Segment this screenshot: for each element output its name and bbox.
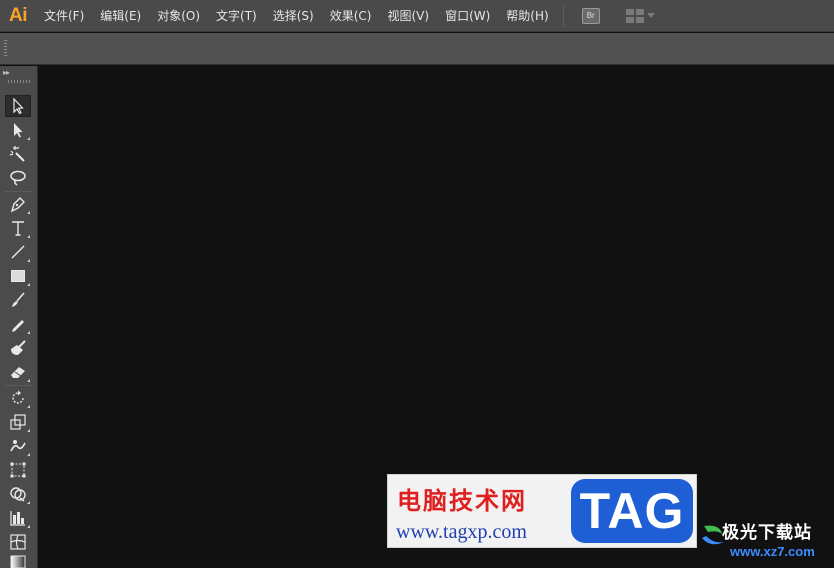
menu-separator (562, 4, 564, 27)
double-chevron-icon[interactable]: ▸▸ (3, 68, 10, 77)
scale-tool[interactable] (5, 411, 31, 433)
flyout-indicator (27, 137, 30, 140)
flyout-indicator (27, 379, 30, 382)
pen-icon (10, 197, 25, 213)
mesh-icon (10, 534, 26, 550)
eraser-icon (11, 367, 25, 378)
workspace-switcher-icon (625, 8, 644, 23)
menu-window[interactable]: 窗口(W) (437, 0, 498, 32)
flyout-indicator (27, 283, 30, 286)
pencil-tool[interactable] (5, 313, 31, 335)
menu-help[interactable]: 帮助(H) (498, 0, 556, 32)
gradient-icon (10, 555, 26, 568)
type-tool[interactable] (5, 217, 31, 239)
control-bar-grip[interactable] (4, 40, 7, 58)
brush-icon (12, 292, 25, 307)
rotate-icon (12, 390, 24, 404)
lasso-tool[interactable] (5, 167, 31, 189)
chevron-down-icon (646, 13, 655, 18)
control-bar (0, 33, 834, 65)
blob-brush-icon (11, 340, 26, 355)
arrow-icon (13, 97, 24, 115)
flyout-indicator (27, 525, 30, 528)
app-logo: Ai (9, 4, 28, 26)
workspace-switcher-button[interactable] (625, 6, 655, 26)
magic-wand-tool[interactable] (5, 143, 31, 165)
bridge-button[interactable]: Br (581, 7, 600, 24)
rectangle-icon (11, 270, 25, 282)
watermark-site-name: 电脑技术网 (397, 486, 527, 515)
flyout-indicator (27, 453, 30, 456)
menu-bar: Ai 文件(F) 编辑(E) 对象(O) 文字(T) 选择(S) 效果(C) 视… (0, 0, 834, 32)
shape-builder-tool[interactable] (5, 483, 31, 505)
menu-effect[interactable]: 效果(C) (322, 0, 380, 32)
rectangle-tool[interactable] (5, 265, 31, 287)
flyout-indicator (27, 501, 30, 504)
selection-tool[interactable] (5, 95, 31, 117)
free-transform-tool[interactable] (5, 459, 31, 481)
flyout-indicator (27, 405, 30, 408)
watermark-site2-url: www.xz7.com (730, 544, 815, 559)
graph-tool[interactable] (5, 507, 31, 529)
watermark-banner: 电脑技术网 www.tagxp.com TAG (387, 474, 697, 548)
menu-edit[interactable]: 编辑(E) (92, 0, 149, 32)
rotate-tool[interactable] (5, 387, 31, 409)
direct-selection-tool[interactable] (5, 119, 31, 141)
flyout-indicator (27, 235, 30, 238)
scale-icon (10, 414, 26, 430)
direct-arrow-icon (14, 123, 23, 138)
paintbrush-tool[interactable] (5, 289, 31, 311)
main-menu: 文件(F) 编辑(E) 对象(O) 文字(T) 选择(S) 效果(C) 视图(V… (36, 0, 557, 32)
menu-view[interactable]: 视图(V) (379, 0, 437, 32)
menu-file[interactable]: 文件(F) (36, 0, 92, 32)
eraser-tool[interactable] (5, 361, 31, 383)
lasso-icon (10, 170, 26, 186)
tools-panel: ▸▸ (0, 66, 38, 568)
watermark-tag-logo: TAG (571, 479, 693, 543)
watermark-secondary: 极光下载站 www.xz7.com (700, 514, 830, 564)
flyout-indicator (27, 429, 30, 432)
gradient-tool[interactable] (5, 553, 31, 568)
menu-type[interactable]: 文字(T) (208, 0, 265, 32)
mesh-tool[interactable] (5, 531, 31, 553)
type-icon (12, 221, 24, 236)
tool-separator (4, 385, 32, 386)
flyout-indicator (27, 331, 30, 334)
watermark-url: www.tagxp.com (396, 521, 527, 543)
line-icon (11, 245, 25, 259)
shape-builder-icon (10, 487, 26, 502)
magic-wand-icon (9, 146, 25, 162)
watermark-site2-name: 极光下载站 (722, 523, 812, 543)
flyout-indicator (27, 259, 30, 262)
free-transform-icon (10, 462, 26, 478)
line-segment-tool[interactable] (5, 241, 31, 263)
warp-tool[interactable] (5, 435, 31, 457)
tools-panel-grip[interactable] (8, 80, 30, 83)
warp-icon (10, 440, 26, 452)
blob-brush-tool[interactable] (5, 337, 31, 359)
menu-select[interactable]: 选择(S) (265, 0, 322, 32)
graph-icon (10, 511, 25, 526)
pen-tool[interactable] (5, 193, 31, 215)
menu-object[interactable]: 对象(O) (149, 0, 208, 32)
tool-separator (4, 191, 32, 192)
flyout-indicator (27, 211, 30, 214)
pencil-icon (12, 320, 24, 332)
